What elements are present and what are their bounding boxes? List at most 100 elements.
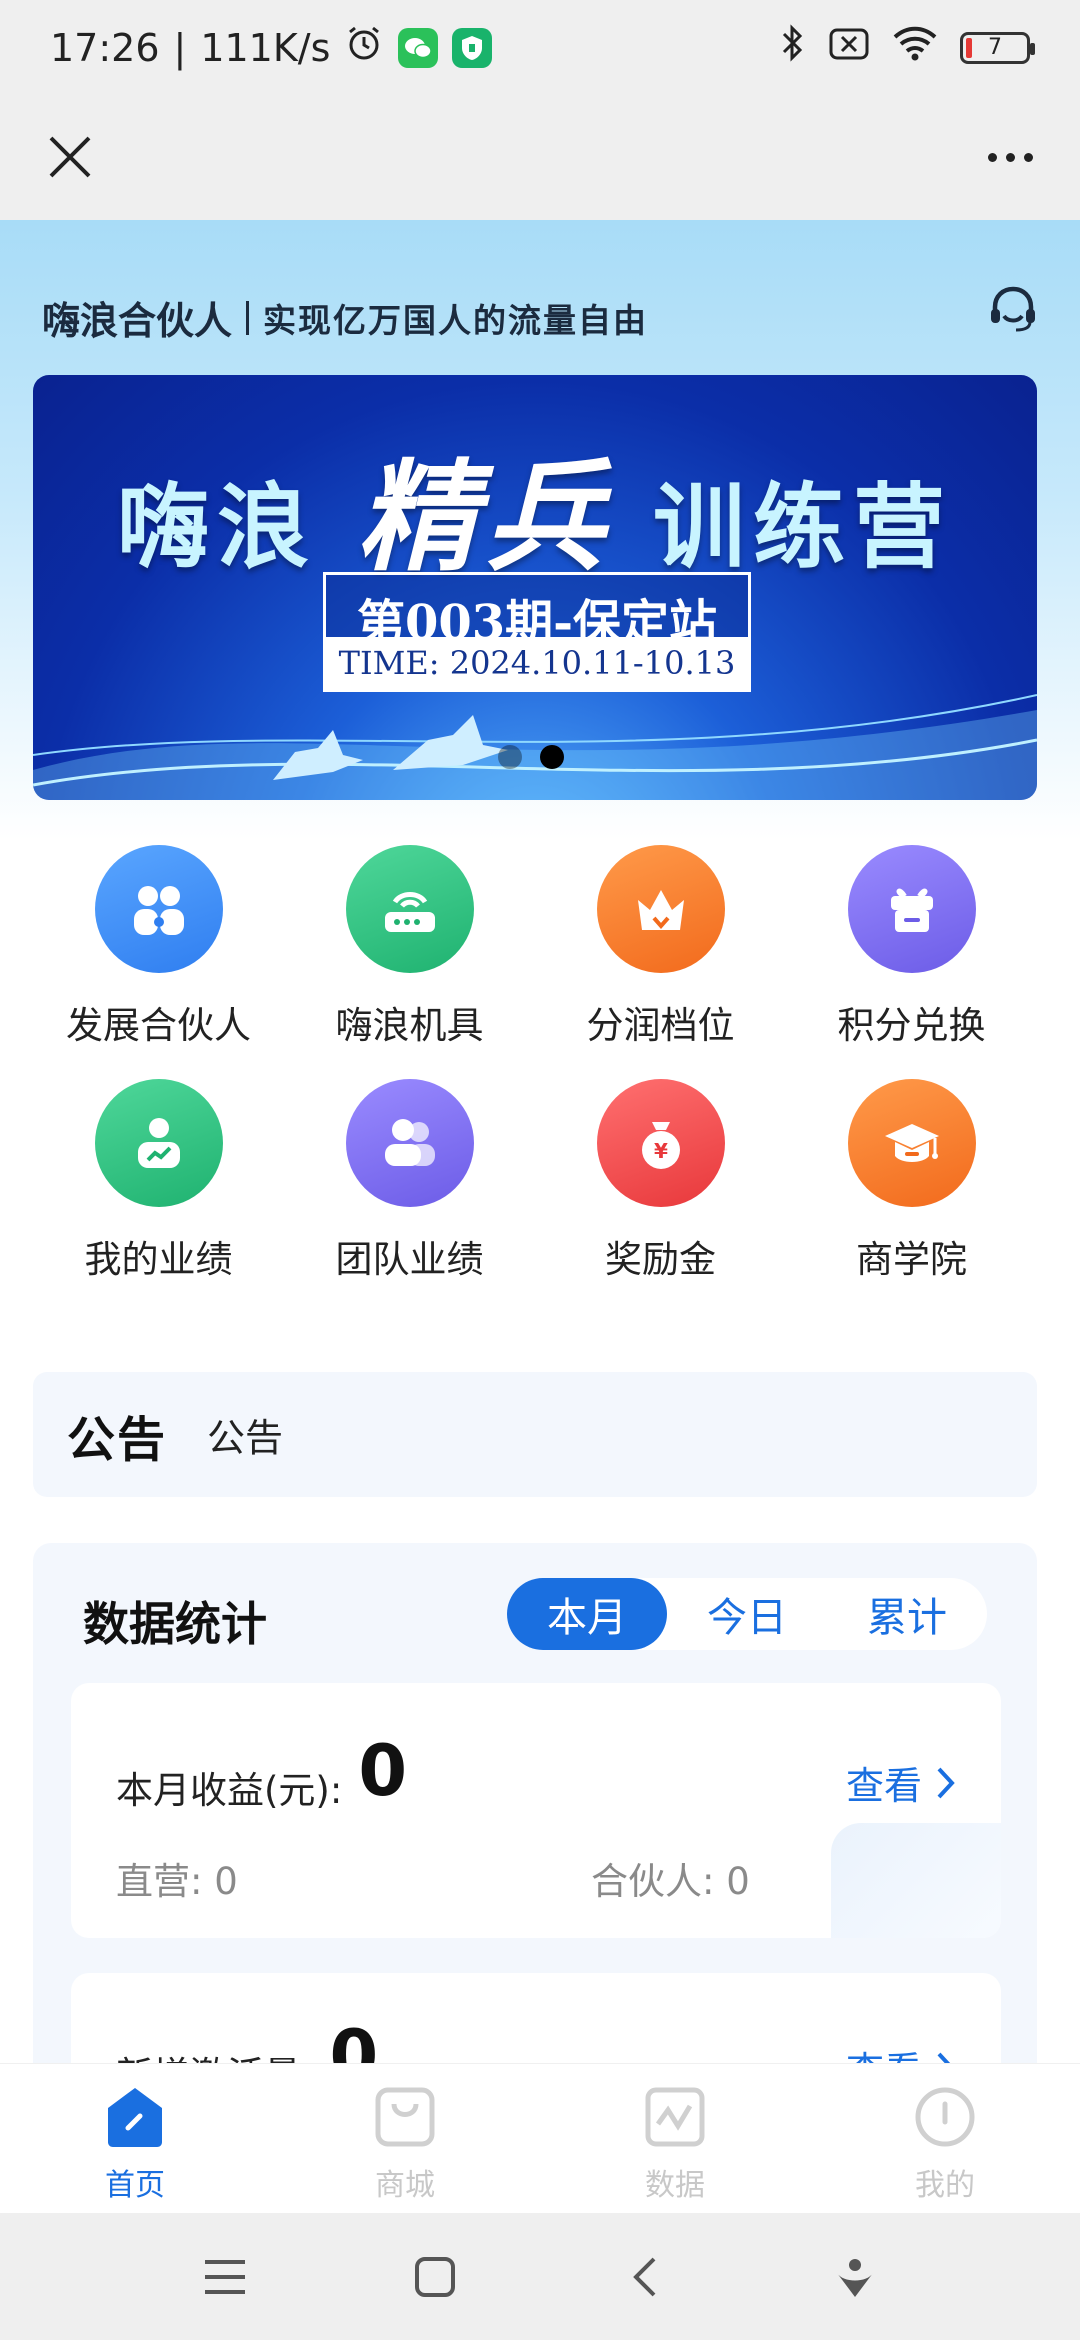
assistant-button[interactable] xyxy=(820,2242,890,2312)
menu-item-bonus[interactable]: ¥ 奖励金 xyxy=(535,1079,786,1283)
menu-item-my-performance[interactable]: 我的业绩 xyxy=(33,1079,284,1283)
sim-off-icon xyxy=(828,26,870,70)
income-card: 本月收益(元): 0 查看 直营: 0 合伙人: 0 xyxy=(71,1683,1001,1938)
tab-label: 我的 xyxy=(915,2168,975,2203)
square-icon xyxy=(415,2256,455,2297)
direct-sales-count: 直营: 0 xyxy=(116,1860,238,1903)
banner-title: 嗨浪 精兵 训练营 xyxy=(33,420,1037,594)
router-icon xyxy=(345,845,474,973)
banner-title-left: 嗨浪 xyxy=(116,474,317,581)
tab-this-month[interactable]: 本月 xyxy=(507,1578,667,1650)
feature-grid: 发展合伙人 嗨浪机具 分润档位 积分兑换 我的业绩 团队业绩 ¥ 奖励金 商学院 xyxy=(33,845,1037,1283)
promo-banner[interactable]: 嗨浪 精兵 训练营 第003期-保定站 TIME: 2024.10.11-10.… xyxy=(33,375,1037,800)
shield-app-icon xyxy=(452,27,493,68)
tab-home[interactable]: 首页 xyxy=(0,2064,270,2213)
partner-count: 合伙人: 0 xyxy=(591,1860,750,1903)
tab-label: 商城 xyxy=(375,2168,435,2203)
status-time: 17:26 xyxy=(50,25,160,70)
stats-title: 数据统计 xyxy=(83,1597,267,1651)
close-icon xyxy=(49,136,91,178)
assistant-icon xyxy=(837,2258,873,2297)
data-chart-icon xyxy=(642,2084,708,2150)
tab-profile[interactable]: 我的 xyxy=(810,2064,1080,2213)
wifi-icon xyxy=(892,25,938,70)
card-watermark xyxy=(831,1823,1001,1938)
menu-item-points-exchange[interactable]: 积分兑换 xyxy=(786,845,1037,1049)
home-icon xyxy=(102,2084,168,2150)
profile-icon xyxy=(912,2084,978,2150)
team-icon xyxy=(345,1079,474,1207)
svg-text:¥: ¥ xyxy=(654,1139,668,1163)
more-dot-icon xyxy=(1005,152,1015,162)
graduation-cap-icon xyxy=(847,1079,976,1207)
battery-level: 7 xyxy=(988,35,1002,60)
shop-bag-icon xyxy=(372,2084,438,2150)
tab-data[interactable]: 数据 xyxy=(540,2064,810,2213)
banner-time: TIME: 2024.10.11-10.13 xyxy=(326,637,748,689)
tab-today[interactable]: 今日 xyxy=(667,1578,827,1650)
view-label: 查看 xyxy=(845,1764,922,1808)
my-performance-icon xyxy=(94,1079,223,1207)
notice-bar[interactable]: 公告 公告 xyxy=(33,1372,1037,1497)
bluetooth-icon xyxy=(780,23,806,72)
menu-item-label: 奖励金 xyxy=(605,1238,716,1281)
notice-tag: 公告 xyxy=(67,1411,168,1468)
menu-item-label: 分润档位 xyxy=(586,1004,735,1047)
status-divider: | xyxy=(173,25,187,70)
menu-item-team-performance[interactable]: 团队业绩 xyxy=(284,1079,535,1283)
bottom-tab-bar: 首页 商城 数据 我的 xyxy=(0,2063,1080,2213)
chevron-right-icon xyxy=(937,1767,955,1798)
banner-info-box: 第003期-保定站 TIME: 2024.10.11-10.13 xyxy=(323,572,751,692)
title-bar xyxy=(0,95,1080,220)
home-system-button[interactable] xyxy=(400,2242,470,2312)
period-segmented-control: 本月 今日 累计 xyxy=(507,1578,987,1650)
brand-slogan: 实现亿万国人的流量自由 xyxy=(263,300,649,340)
income-label: 本月收益(元): xyxy=(116,1769,343,1812)
menu-lines-icon xyxy=(205,2259,245,2294)
menu-item-academy[interactable]: 商学院 xyxy=(786,1079,1037,1283)
notice-text: 公告 xyxy=(207,1416,284,1460)
more-options-button[interactable] xyxy=(970,117,1050,197)
money-bag-icon: ¥ xyxy=(596,1079,725,1207)
tab-shop[interactable]: 商城 xyxy=(270,2064,540,2213)
income-value: 0 xyxy=(358,1730,408,1812)
brand-name: 嗨浪合伙人 xyxy=(42,299,233,343)
recent-apps-button[interactable] xyxy=(190,2242,260,2312)
alarm-icon xyxy=(344,23,384,72)
menu-item-label: 团队业绩 xyxy=(335,1238,484,1281)
menu-item-label: 嗨浪机具 xyxy=(335,1004,484,1047)
carousel-indicator xyxy=(498,745,564,769)
tab-cumulative[interactable]: 累计 xyxy=(827,1578,987,1650)
menu-item-profit-level[interactable]: 分润档位 xyxy=(535,845,786,1049)
battery-icon: 7 xyxy=(960,31,1035,64)
menu-item-label: 积分兑换 xyxy=(837,1004,986,1047)
menu-item-develop-partner[interactable]: 发展合伙人 xyxy=(33,845,284,1049)
customer-service-button[interactable] xyxy=(986,282,1040,336)
status-speed: 111K/s xyxy=(200,25,331,70)
back-system-button[interactable] xyxy=(610,2242,680,2312)
more-dot-icon xyxy=(987,152,997,162)
headset-icon xyxy=(991,286,1035,332)
menu-item-label: 我的业绩 xyxy=(84,1238,233,1281)
status-bar: 17:26 | 111K/s 7 xyxy=(0,0,1080,95)
brand-header: 嗨浪合伙人 实现亿万国人的流量自由 xyxy=(42,290,648,345)
gift-icon xyxy=(847,845,976,973)
menu-item-label: 发展合伙人 xyxy=(66,1004,251,1047)
brand-divider xyxy=(246,300,250,335)
carousel-dot-active[interactable] xyxy=(540,745,564,769)
close-button[interactable] xyxy=(30,117,110,197)
carousel-dot[interactable] xyxy=(498,745,522,769)
data-statistics-panel: 数据统计 本月 今日 累计 本月收益(元): 0 查看 直营: 0 合伙人: 0… xyxy=(33,1543,1037,2173)
wechat-icon xyxy=(398,27,439,68)
crown-icon xyxy=(596,845,725,973)
tab-label: 首页 xyxy=(105,2168,165,2203)
system-navigation-bar xyxy=(0,2213,1080,2340)
partners-icon xyxy=(94,845,223,973)
menu-item-devices[interactable]: 嗨浪机具 xyxy=(284,845,535,1049)
chevron-left-icon xyxy=(633,2257,656,2296)
hero-section: 嗨浪合伙人 实现亿万国人的流量自由 嗨浪 精兵 训练营 第003期-保定站 TI… xyxy=(0,220,1080,840)
banner-title-highlight: 精兵 xyxy=(357,447,613,588)
more-dot-icon xyxy=(1023,152,1033,162)
view-income-button[interactable]: 查看 xyxy=(846,1755,956,1810)
tab-label: 数据 xyxy=(645,2168,705,2203)
